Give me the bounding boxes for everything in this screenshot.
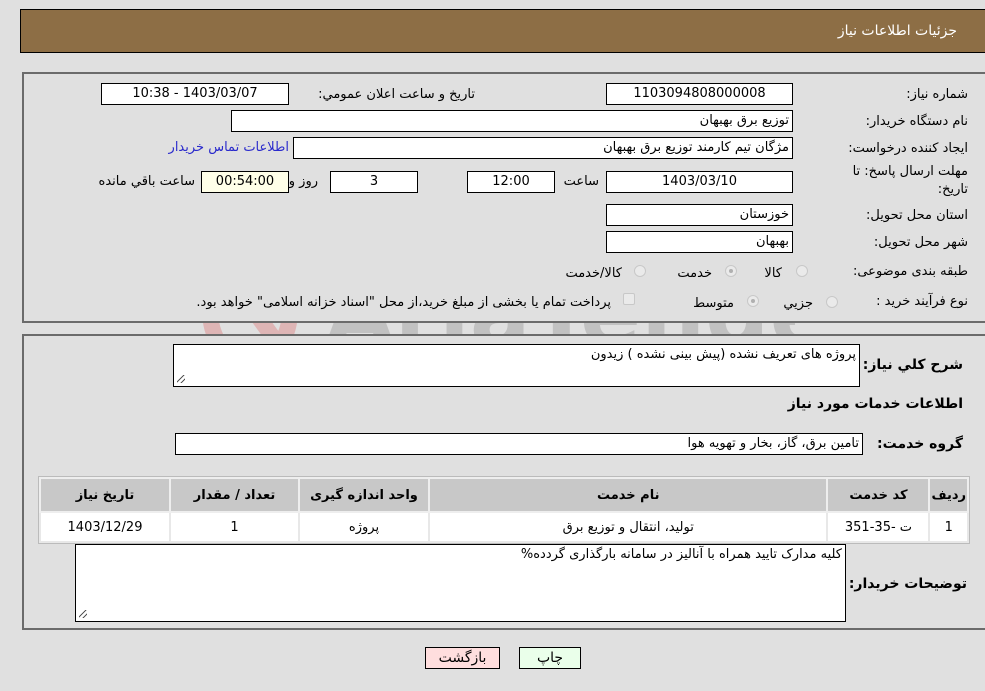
table-row: 1 ت -35-351 تولید، انتقال و توزیع برق پر…	[39, 511, 969, 543]
treasury-checkbox[interactable]	[623, 293, 635, 305]
deadline-date-field[interactable]: 1403/03/10	[606, 171, 793, 193]
description-text: پروژه های تعریف نشده (پیش بینی نشده ) زی…	[590, 347, 856, 362]
buyer-org-label: نام دستگاه خريدار:	[865, 114, 968, 129]
back-button[interactable]: بازگشت	[425, 647, 500, 669]
creator-label: ايجاد کننده درخواست:	[848, 141, 968, 156]
announce-label: تاریخ و ساعت اعلان عمومي:	[318, 87, 475, 102]
process-radio-medium[interactable]	[747, 295, 759, 307]
buyer-contact-link[interactable]: اطلاعات تماس خريدار	[169, 140, 289, 155]
buyer-notes-label: توضيحات خريدار:	[848, 576, 967, 592]
cell-row-number: 1	[928, 511, 969, 543]
deadline-time-label: ساعت	[563, 174, 599, 189]
province-label: استان محل تحویل:	[866, 208, 968, 223]
category-option-goods: کالا	[764, 266, 782, 281]
resize-grip-icon[interactable]	[79, 610, 87, 618]
remaining-days-field[interactable]: 3	[330, 171, 418, 193]
col-unit: واحد اندازه گيری	[298, 477, 430, 513]
remaining-label: ساعت باقي مانده	[98, 174, 195, 189]
need-number-field[interactable]: 1103094808000008	[606, 83, 793, 105]
print-button[interactable]: چاپ	[519, 647, 581, 669]
buyer-org-field[interactable]: توزیع برق بهبهان	[231, 110, 793, 132]
city-field[interactable]: بهبهان	[606, 231, 793, 253]
process-option-medium: متوسط	[693, 296, 734, 311]
cell-service-code: ت -35-351	[826, 511, 931, 543]
buyer-notes-text: کلیه مدارک تایید همراه با آنالیز در ساما…	[520, 547, 842, 562]
page-header: جزئیات اطلاعات نیاز	[20, 9, 985, 53]
cell-quantity: 1	[169, 511, 300, 543]
resize-grip-icon[interactable]	[177, 375, 185, 383]
description-textarea[interactable]: پروژه های تعریف نشده (پیش بینی نشده ) زی…	[173, 344, 860, 387]
process-radio-minor[interactable]	[826, 296, 838, 308]
buyer-notes-textarea[interactable]: کلیه مدارک تایید همراه با آنالیز در ساما…	[75, 544, 846, 622]
services-table-header: رديف کد خدمت نام خدمت واحد اندازه گيری ت…	[39, 477, 969, 513]
col-need-date: تاريخ نياز	[39, 477, 171, 513]
category-radio-goods-service[interactable]	[634, 265, 646, 277]
announce-datetime-field[interactable]: 1403/03/07 - 10:38	[101, 83, 289, 105]
category-option-goods-service: کالا/خدمت	[565, 266, 622, 281]
cell-unit: پروژه	[298, 511, 430, 543]
col-service-code: کد خدمت	[826, 477, 931, 513]
services-section-title: اطلاعات خدمات مورد نیاز	[787, 396, 963, 412]
treasury-note: پرداخت تمام یا بخشی از مبلغ خرید،از محل …	[196, 295, 611, 310]
need-number-label: شماره نیاز:	[906, 87, 968, 102]
category-label: طبقه بندی موضوعی:	[852, 264, 968, 279]
col-row-number: رديف	[928, 477, 969, 513]
process-option-minor: جزيي	[783, 296, 813, 311]
creator-field[interactable]: مژگان تیم کارمند توزیع برق بهبهان	[293, 137, 793, 159]
remaining-time-field[interactable]: 00:54:00	[201, 171, 289, 193]
col-quantity: تعداد / مقدار	[169, 477, 300, 513]
deadline-label: مهلت ارسال پاسخ: تا	[852, 164, 968, 179]
services-table: رديف کد خدمت نام خدمت واحد اندازه گيری ت…	[39, 477, 969, 543]
days-label: روز و	[288, 174, 318, 189]
description-label: شرح کلي نياز:	[862, 357, 963, 373]
cell-service-name: تولید، انتقال و توزیع برق	[427, 511, 829, 543]
category-radio-service[interactable]	[725, 265, 737, 277]
page-title: جزئیات اطلاعات نیاز	[837, 23, 957, 39]
service-group-field[interactable]: تامین برق، گاز، بخار و تهویه هوا	[175, 433, 863, 455]
category-radio-goods[interactable]	[796, 265, 808, 277]
process-label: نوع فرآيند خريد :	[876, 294, 968, 309]
service-group-label: گروه خدمت:	[877, 436, 963, 452]
province-field[interactable]: خوزستان	[606, 204, 793, 226]
cell-need-date: 1403/12/29	[39, 511, 171, 543]
services-table-wrap: رديف کد خدمت نام خدمت واحد اندازه گيری ت…	[38, 476, 970, 544]
deadline-label-line2: تاریخ:	[937, 182, 968, 197]
deadline-time-field[interactable]: 12:00	[467, 171, 555, 193]
col-service-name: نام خدمت	[427, 477, 829, 513]
city-label: شهر محل تحویل:	[873, 235, 968, 250]
category-option-service: خدمت	[677, 266, 712, 281]
